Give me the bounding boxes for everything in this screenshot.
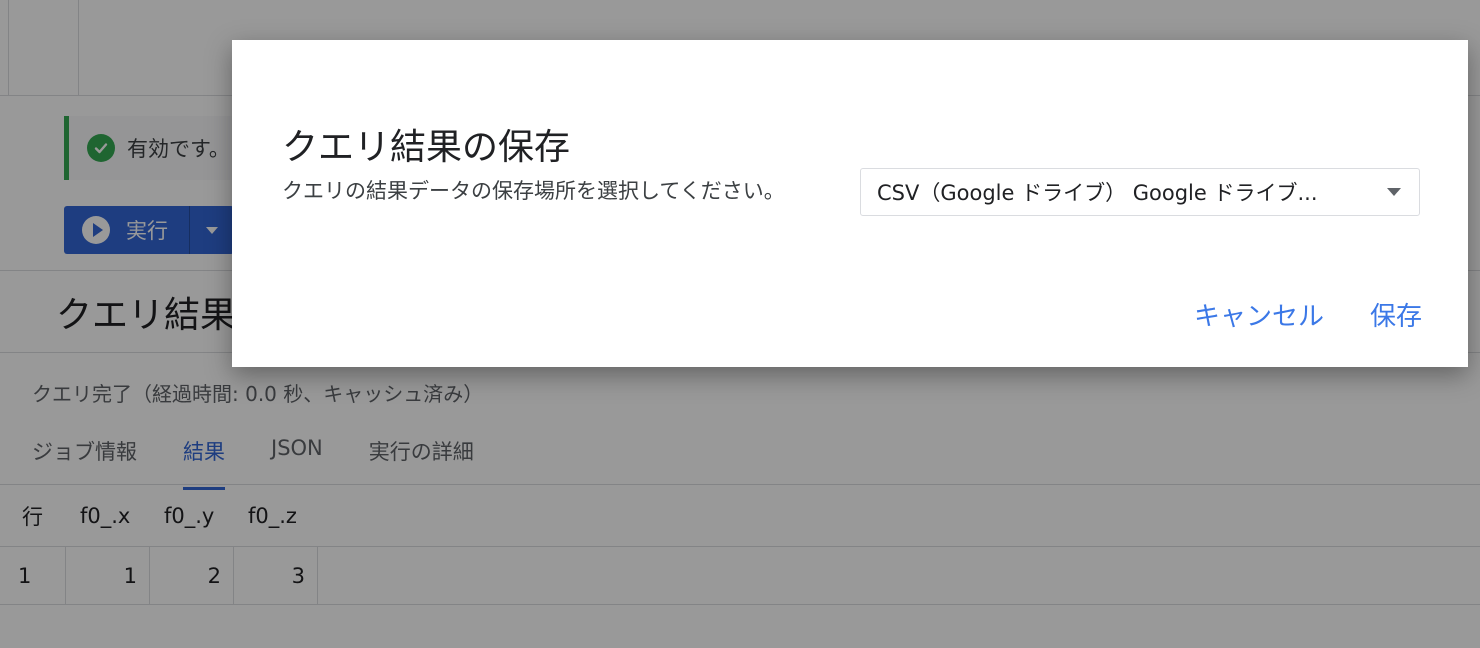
dialog-actions: キャンセル 保存: [1194, 296, 1422, 333]
dialog-prompt: クエリの結果データの保存場所を選択してください。: [282, 179, 785, 203]
destination-select-value: CSV（Google ドライブ） Google ドライブ...: [877, 181, 1318, 205]
save-button[interactable]: 保存: [1370, 296, 1422, 333]
cancel-button[interactable]: キャンセル: [1194, 296, 1324, 333]
destination-select[interactable]: CSV（Google ドライブ） Google ドライブ...: [860, 168, 1420, 216]
dialog-title: クエリ結果の保存: [282, 127, 571, 168]
save-results-dialog: クエリ結果の保存 クエリの結果データの保存場所を選択してください。 CSV（Go…: [232, 40, 1468, 367]
dropdown-caret-icon: [1387, 188, 1401, 196]
